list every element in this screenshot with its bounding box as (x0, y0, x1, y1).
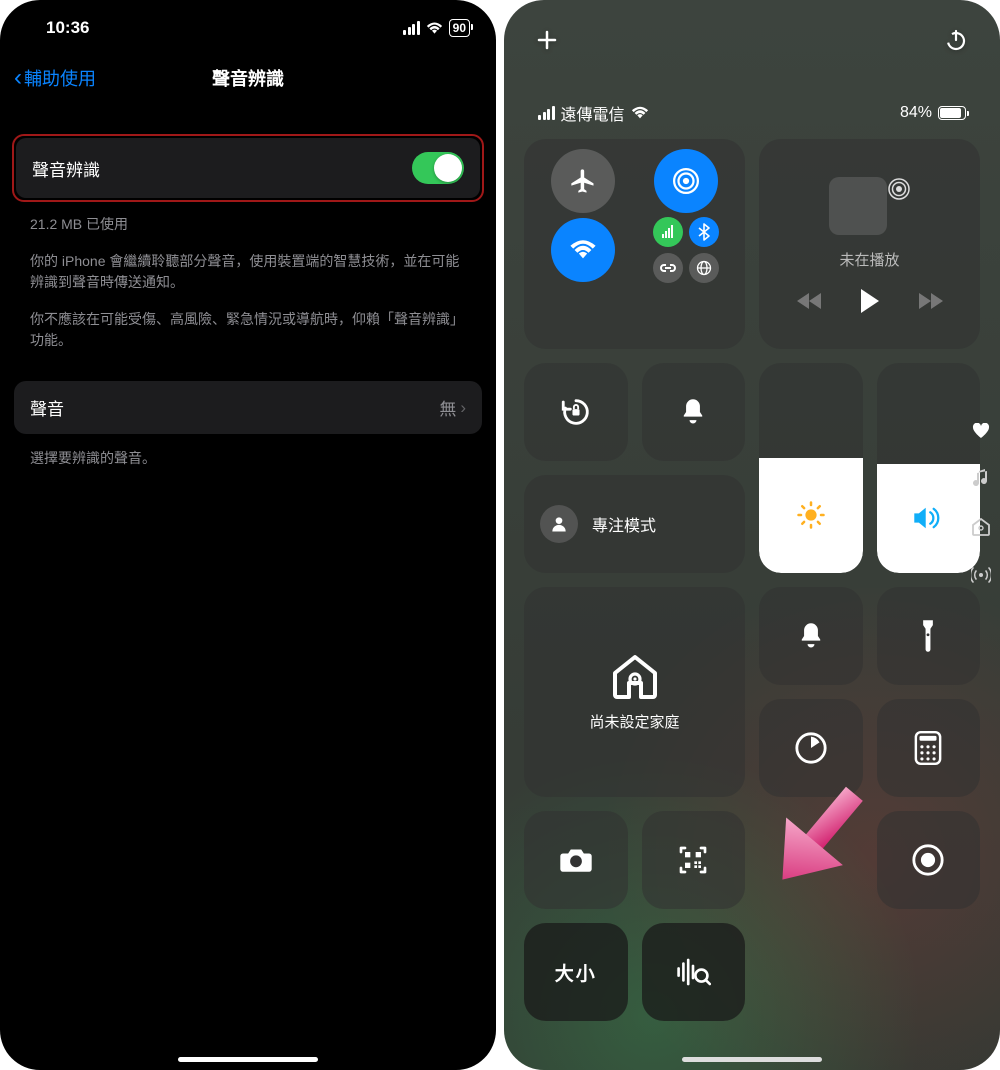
sounds-value: 無 (439, 395, 456, 420)
text-size-label: 大小 (555, 959, 597, 986)
connectivity-tile[interactable] (524, 139, 745, 349)
hotspot-icon (659, 263, 677, 273)
qr-scanner-button[interactable] (642, 811, 746, 909)
play-icon (859, 288, 881, 314)
music-note-icon[interactable] (970, 468, 992, 490)
timer-icon (794, 731, 828, 765)
connectivity-page-icon[interactable] (970, 564, 992, 586)
description-1: 你的 iPhone 會繼續聆聽部分聲音，使用裝置端的智慧技術，並在可能辨識到聲音… (0, 241, 496, 299)
globe-icon (696, 260, 712, 276)
nav-bar: ‹ 輔助使用 聲音辨識 (0, 46, 496, 110)
highlight-annotation: 聲音辨識 (12, 134, 484, 202)
storage-footnote: 21.2 MB 已使用 (0, 208, 496, 241)
cc-page-indicators (970, 420, 992, 586)
power-button[interactable] (944, 28, 968, 57)
vpn-button[interactable] (689, 253, 719, 283)
choose-sounds-note: 選擇要辨識的聲音。 (0, 442, 496, 475)
status-time: 10:36 (46, 18, 89, 38)
text-size-button[interactable]: 大小 (524, 923, 628, 1021)
rewind-icon (797, 292, 823, 310)
airplay-audio-icon[interactable] (887, 177, 911, 201)
chevron-left-icon: ‹ (14, 64, 22, 92)
focus-label: 專注模式 (592, 512, 656, 536)
cc-status-bar: 遠傳電信 84% (504, 67, 1000, 139)
rewind-button[interactable] (797, 292, 823, 315)
airplane-mode-button[interactable] (551, 149, 615, 213)
airdrop-button[interactable] (654, 149, 718, 213)
silent-bell-tile[interactable] (759, 587, 863, 685)
toggle-switch-on[interactable] (412, 152, 464, 184)
screen-record-button[interactable] (877, 811, 981, 909)
airdrop-icon (671, 166, 701, 196)
wifi-icon (426, 22, 443, 35)
focus-mode-button[interactable]: 專注模式 (524, 475, 745, 573)
chevron-right-icon: › (460, 398, 466, 418)
cellular-data-button[interactable] (653, 217, 683, 247)
wifi-icon (631, 106, 649, 120)
home-page-icon[interactable] (970, 516, 992, 538)
toggle-label: 聲音辨識 (32, 156, 100, 181)
rotation-lock-icon (559, 395, 593, 429)
silent-mode-button[interactable] (642, 363, 746, 461)
sounds-row[interactable]: 聲音 無 › (14, 381, 482, 434)
carrier-name: 遠傳電信 (561, 101, 625, 125)
sun-icon (796, 500, 826, 530)
camera-button[interactable] (524, 811, 628, 909)
now-playing-tile[interactable]: 未在播放 (759, 139, 980, 349)
home-tile[interactable]: 尚未設定家庭 (524, 587, 745, 797)
forward-button[interactable] (917, 292, 943, 315)
flashlight-button[interactable] (877, 587, 981, 685)
qr-code-icon (677, 844, 709, 876)
settings-screen: 10:36 90 ‹ 輔助使用 聲音辨識 聲音辨識 21.2 MB 已使用 你的… (0, 0, 496, 1070)
personal-hotspot-button[interactable] (653, 253, 683, 283)
now-playing-text: 未在播放 (839, 249, 899, 270)
home-indicator[interactable] (178, 1057, 318, 1062)
cellular-signal-icon (538, 106, 555, 120)
plus-icon (536, 29, 558, 51)
heart-icon[interactable] (970, 420, 992, 442)
bell-icon (797, 621, 825, 651)
control-center-screen: 遠傳電信 84% (504, 0, 1000, 1070)
back-label: 輔助使用 (24, 65, 96, 91)
speaker-icon (912, 505, 944, 531)
sounds-label: 聲音 (30, 395, 64, 420)
calculator-icon (914, 731, 942, 765)
play-button[interactable] (859, 288, 881, 319)
description-2: 你不應該在可能受傷、高風險、緊急情況或導航時，仰賴「聲音辨識」功能。 (0, 299, 496, 357)
timer-button[interactable] (759, 699, 863, 797)
sound-recognition-button[interactable] (642, 923, 746, 1021)
wifi-button[interactable] (551, 218, 615, 282)
bluetooth-button[interactable] (689, 217, 719, 247)
record-icon (911, 843, 945, 877)
cellular-bars-icon (660, 224, 676, 240)
cellular-signal-icon (403, 21, 420, 35)
wifi-icon (569, 239, 597, 261)
bell-icon (679, 397, 707, 427)
person-icon (549, 514, 569, 534)
add-control-button[interactable] (536, 29, 558, 56)
bluetooth-icon (697, 223, 711, 241)
home-label: 尚未設定家庭 (589, 711, 679, 732)
brightness-slider[interactable] (759, 363, 863, 573)
home-icon (611, 653, 659, 701)
forward-icon (917, 292, 943, 310)
power-icon (944, 28, 968, 52)
back-button[interactable]: ‹ 輔助使用 (14, 64, 96, 92)
battery-icon (938, 106, 966, 120)
sound-recognition-toggle-row[interactable]: 聲音辨識 (16, 138, 480, 198)
cc-topbar (504, 0, 1000, 67)
status-bar: 10:36 90 (0, 0, 496, 46)
flashlight-icon (919, 619, 937, 653)
orientation-lock-button[interactable] (524, 363, 628, 461)
home-indicator[interactable] (682, 1057, 822, 1062)
camera-icon (559, 846, 593, 874)
airplane-icon (569, 167, 597, 195)
calculator-button[interactable] (877, 699, 981, 797)
volume-slider[interactable] (877, 363, 981, 573)
battery-percent: 84% (900, 104, 932, 122)
battery-icon: 90 (449, 19, 470, 37)
album-art-placeholder (829, 177, 887, 235)
sound-recognition-icon (675, 957, 711, 987)
